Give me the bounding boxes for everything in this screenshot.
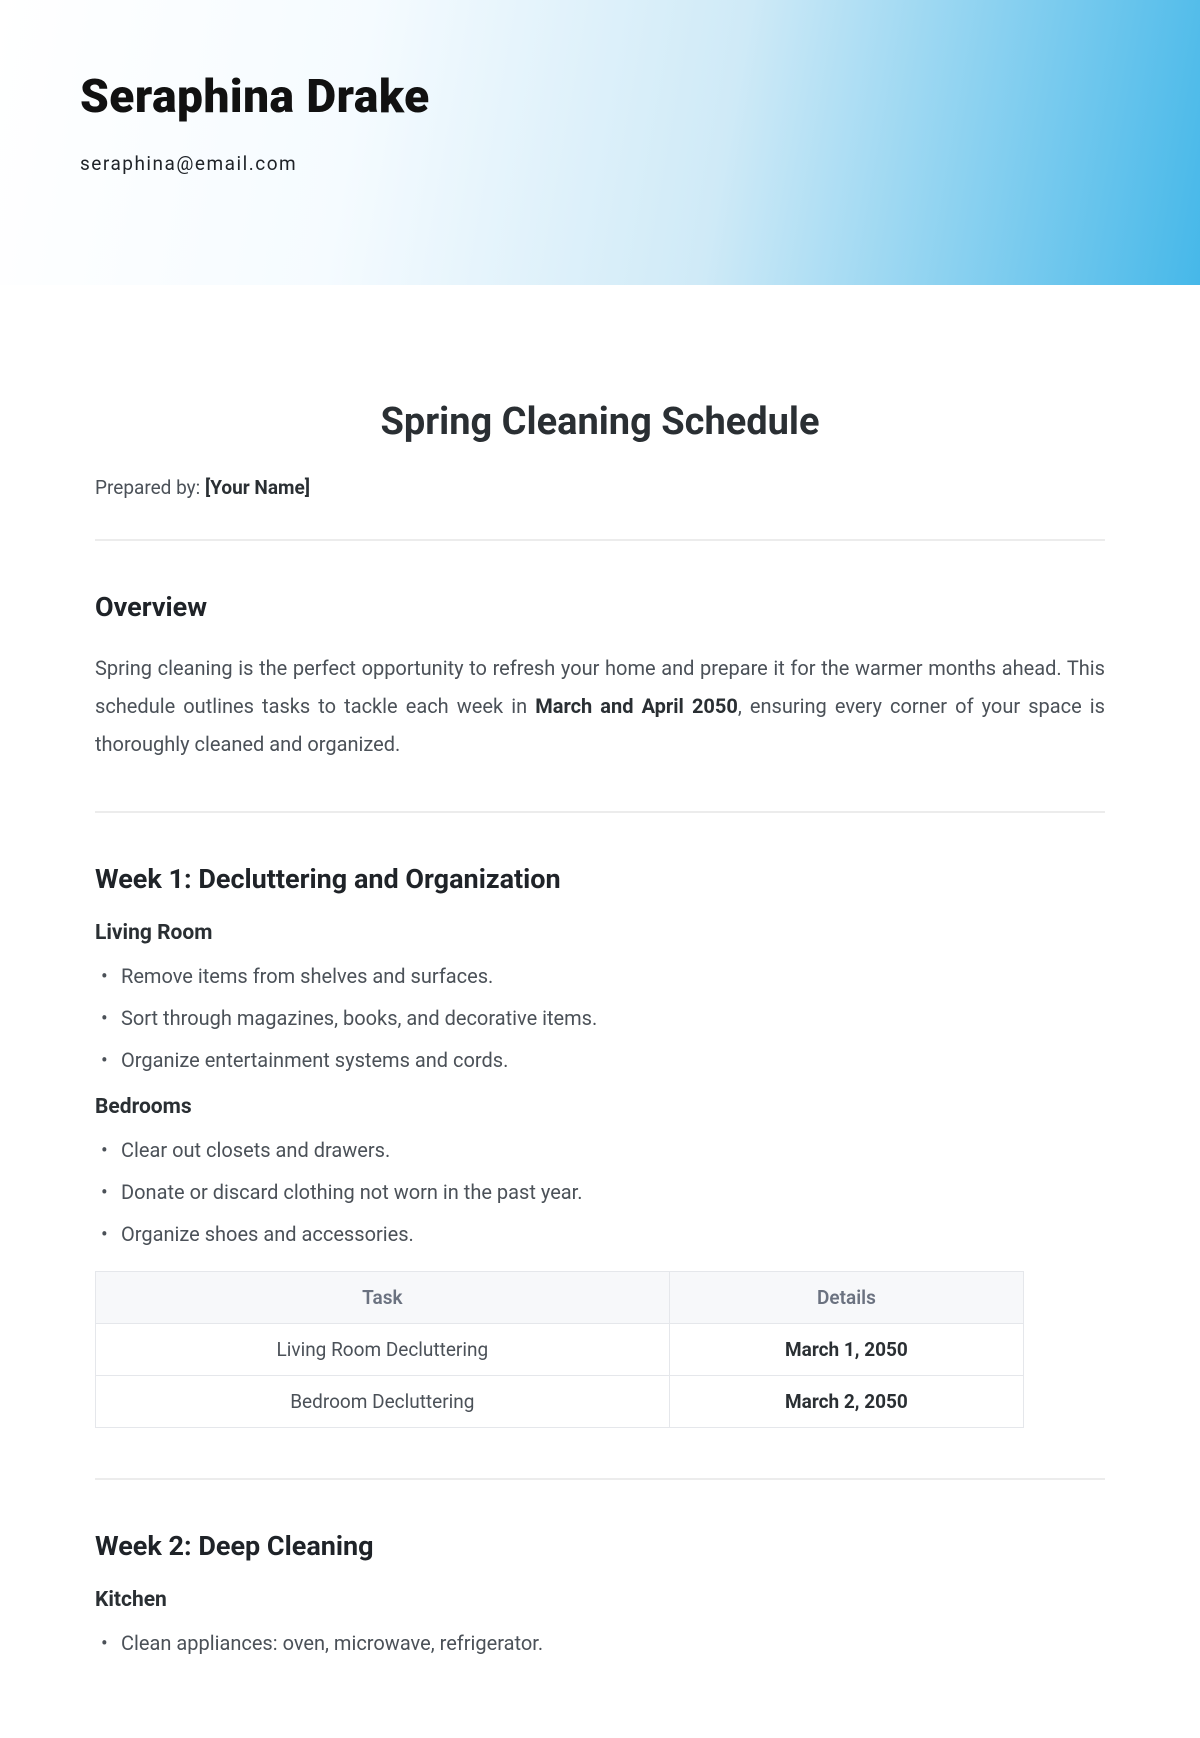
week2-room0-list: Clean appliances: oven, microwave, refri… [95,1626,1105,1660]
week2-room0-heading: Kitchen [95,1588,1105,1612]
list-item: Organize shoes and accessories. [95,1217,1105,1251]
week1-room1-list: Clear out closets and drawers. Donate or… [95,1133,1105,1251]
overview-paragraph: Spring cleaning is the perfect opportuni… [95,649,1105,763]
list-item: Sort through magazines, books, and decor… [95,1001,1105,1035]
divider [95,811,1105,813]
header-banner: Seraphina Drake seraphina@email.com [0,0,1200,285]
overview-heading: Overview [95,591,1105,623]
week1-heading: Week 1: Decluttering and Organization [95,863,1105,895]
prepared-by-value: [Your Name] [205,476,310,499]
table-cell-detail: March 2, 2050 [669,1376,1024,1428]
list-item: Clean appliances: oven, microwave, refri… [95,1626,1105,1660]
document-body: Spring Cleaning Schedule Prepared by: [Y… [0,400,1200,1738]
list-item: Donate or discard clothing not worn in t… [95,1175,1105,1209]
table-header-row: Task Details [96,1272,1024,1324]
table-cell-task: Living Room Decluttering [96,1324,670,1376]
prepared-by-line: Prepared by: [Your Name] [95,476,1105,499]
week1-room0-heading: Living Room [95,921,1105,945]
divider [95,539,1105,541]
overview-bold: March and April 2050 [535,694,738,718]
list-item: Remove items from shelves and surfaces. [95,959,1105,993]
week1-schedule-table: Task Details Living Room Decluttering Ma… [95,1271,1024,1428]
prepared-by-label: Prepared by: [95,476,205,499]
divider [95,1478,1105,1480]
table-header-task: Task [96,1272,670,1324]
list-item: Clear out closets and drawers. [95,1133,1105,1167]
table-row: Living Room Decluttering March 1, 2050 [96,1324,1024,1376]
week1-room1-heading: Bedrooms [95,1095,1105,1119]
table-header-details: Details [669,1272,1024,1324]
author-email: seraphina@email.com [80,152,1120,175]
document-title: Spring Cleaning Schedule [95,400,1105,444]
table-cell-task: Bedroom Decluttering [96,1376,670,1428]
table-row: Bedroom Decluttering March 2, 2050 [96,1376,1024,1428]
week2-heading: Week 2: Deep Cleaning [95,1530,1105,1562]
list-item: Organize entertainment systems and cords… [95,1043,1105,1077]
author-name: Seraphina Drake [80,70,1120,124]
table-cell-detail: March 1, 2050 [669,1324,1024,1376]
week1-room0-list: Remove items from shelves and surfaces. … [95,959,1105,1077]
